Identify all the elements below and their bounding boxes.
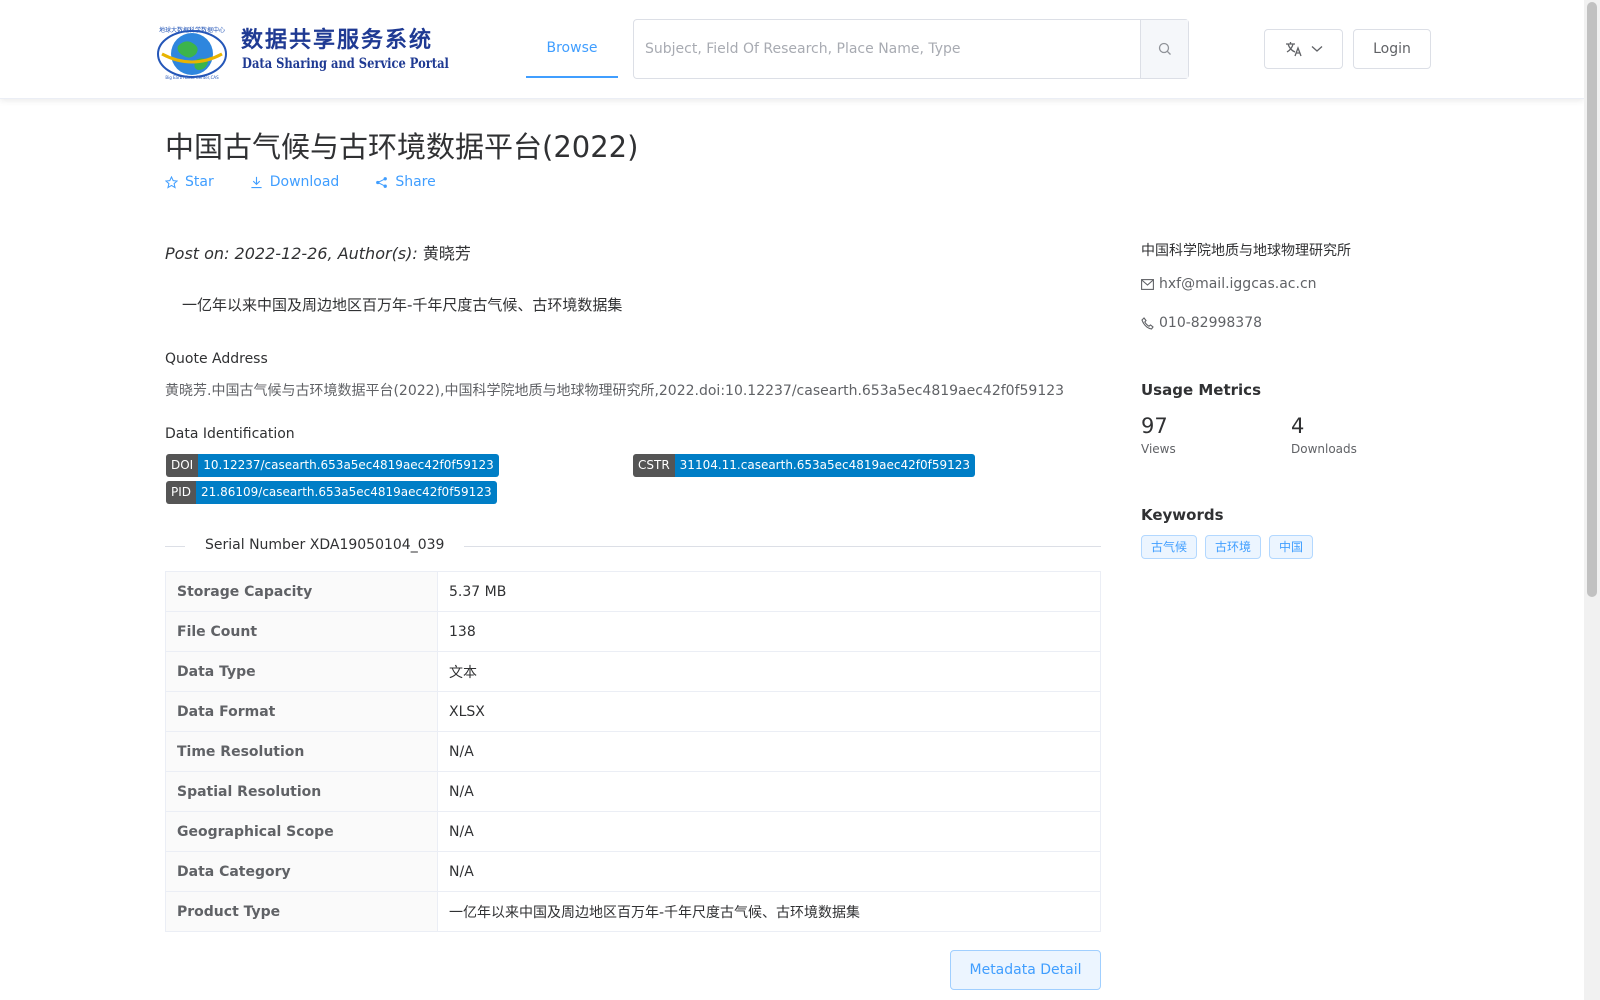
downloads-metric: 4 Downloads (1291, 414, 1357, 456)
email-text: hxf@mail.iggcas.ac.cn (1159, 276, 1317, 292)
spec-key: Data Category (165, 851, 438, 892)
spec-key: Spatial Resolution (165, 771, 438, 812)
chevron-down-icon (1311, 46, 1322, 52)
table-row: Data Format XLSX (165, 691, 1101, 732)
spec-value: 一亿年以来中国及周边地区百万年-千年尺度古气候、古环境数据集 (437, 891, 1101, 932)
author-name: 黄晓芳 (422, 244, 471, 263)
spec-value: XLSX (437, 691, 1101, 732)
keyword-tag[interactable]: 中国 (1269, 535, 1314, 559)
spec-value: 138 (437, 611, 1101, 652)
star-button[interactable]: Star (165, 174, 214, 190)
translate-icon (1285, 42, 1302, 57)
login-button[interactable]: Login (1353, 29, 1431, 69)
keywords-title: Keywords (1141, 506, 1224, 524)
pid-badge[interactable]: PID 21.86109/casearth.653a5ec4819aec42f0… (166, 481, 497, 504)
logo-ring-text-top: 地球大数据科学数据中心 (159, 26, 225, 34)
usage-metrics-title: Usage Metrics (1141, 381, 1261, 399)
spec-key: Data Format (165, 691, 438, 732)
cstr-badge-value: 31104.11.casearth.653a5ec4819aec42f0f591… (674, 454, 976, 477)
table-row: Storage Capacity 5.37 MB (165, 571, 1101, 612)
spec-value: N/A (437, 811, 1101, 852)
spec-key: Product Type (165, 891, 438, 932)
star-label: Star (185, 174, 214, 190)
cstr-badge-key: CSTR (633, 454, 675, 477)
pid-badge-value: 21.86109/casearth.653a5ec4819aec42f0f591… (196, 481, 497, 504)
downloads-count: 4 (1291, 414, 1305, 438)
spec-key: File Count (165, 611, 438, 652)
table-row: Data Category N/A (165, 851, 1101, 892)
contact-phone: 010-82998378 (1141, 315, 1262, 331)
table-row: Data Type 文本 (165, 651, 1101, 692)
spec-key: Storage Capacity (165, 571, 438, 612)
dataset-actions: Star Download Share (165, 174, 436, 190)
table-row: File Count 138 (165, 611, 1101, 652)
table-row: Geographical Scope N/A (165, 811, 1101, 852)
download-label: Download (269, 174, 340, 190)
data-identification-label: Data Identification (165, 426, 295, 442)
page-title: 中国古气候与古环境数据平台(2022) (165, 130, 639, 164)
spec-value: 文本 (437, 651, 1101, 692)
spec-table: Storage Capacity 5.37 MB File Count 138 Da… (165, 571, 1101, 932)
views-count: 97 (1141, 414, 1168, 438)
logo-ring-text-bottom: Big Earth Data Center,CAS (165, 75, 219, 80)
keyword-list: 古气候 古环境 中国 (1141, 535, 1314, 559)
spec-key: Geographical Scope (165, 811, 438, 852)
table-row: Product Type 一亿年以来中国及周边地区百万年-千年尺度古气候、古环境数… (165, 891, 1101, 932)
keyword-tag[interactable]: 古环境 (1205, 535, 1262, 559)
search-bar (633, 19, 1189, 79)
globe-logo-icon: 地球大数据科学数据中心 Big Earth Data Center,CAS (157, 26, 227, 80)
serial-number: Serial Number XDA19050104_039 (185, 537, 465, 553)
spec-value: N/A (437, 731, 1101, 772)
share-icon (376, 176, 388, 188)
views-metric: 97 Views (1141, 414, 1176, 456)
nav-browse-tab[interactable]: Browse (526, 20, 618, 78)
organization-name: 中国科学院地质与地球物理研究所 (1141, 243, 1351, 259)
dataset-summary: 一亿年以来中国及周边地区百万年-千年尺度古气候、古环境数据集 (182, 296, 623, 314)
logo-title-en: Data Sharing and Service Portal (242, 56, 449, 72)
doi-badge-key: DOI (166, 454, 199, 477)
table-row: Spatial Resolution N/A (165, 771, 1101, 812)
phone-icon (1141, 316, 1154, 330)
downloads-label: Downloads (1291, 442, 1357, 456)
quote-text: 黄晓芳.中国古气候与古环境数据平台(2022),中国科学院地质与地球物理研究所,… (165, 383, 1065, 399)
keyword-tag[interactable]: 古气候 (1141, 535, 1198, 559)
share-button[interactable]: Share (375, 174, 436, 190)
spec-key: Time Resolution (165, 731, 438, 772)
quote-address-label: Quote Address (165, 351, 268, 367)
phone-text: 010-82998378 (1159, 315, 1263, 331)
star-icon (165, 175, 178, 189)
search-button[interactable] (1140, 20, 1188, 78)
share-label: Share (395, 174, 436, 190)
portal-logo[interactable]: 地球大数据科学数据中心 Big Earth Data Center,CAS 数据… (154, 18, 449, 82)
cstr-badge[interactable]: CSTR 31104.11.casearth.653a5ec4819aec42f… (633, 454, 976, 477)
doi-badge-value: 10.12237/casearth.653a5ec4819aec42f0f591… (198, 454, 499, 477)
language-dropdown[interactable] (1264, 29, 1343, 69)
spec-value: N/A (437, 851, 1101, 892)
scrollbar-thumb[interactable] (1587, 2, 1597, 597)
contact-email: hxf@mail.iggcas.ac.cn (1141, 276, 1317, 292)
search-input[interactable] (634, 20, 1140, 78)
metadata-detail-button[interactable]: Metadata Detail (950, 950, 1101, 990)
logo-title-cn: 数据共享服务系统 (241, 28, 434, 53)
post-info: Post on: 2022-12-26, Author(s): 黄晓芳 (165, 240, 471, 264)
download-button[interactable]: Download (250, 174, 340, 190)
page-scrollbar[interactable] (1584, 0, 1600, 1000)
spec-value: N/A (437, 771, 1101, 812)
post-date-prefix: Post on: 2022-12-26, Author(s): (165, 244, 423, 263)
spec-key: Data Type (165, 651, 438, 692)
top-header: 地球大数据科学数据中心 Big Earth Data Center,CAS 数据… (0, 0, 1584, 99)
views-label: Views (1141, 442, 1176, 456)
mail-icon (1141, 278, 1154, 290)
search-icon (1158, 42, 1171, 55)
table-row: Time Resolution N/A (165, 731, 1101, 772)
pid-badge-key: PID (166, 481, 197, 504)
spec-value: 5.37 MB (437, 571, 1101, 612)
download-icon (251, 176, 262, 188)
doi-badge[interactable]: DOI 10.12237/casearth.653a5ec4819aec42f0… (166, 454, 499, 477)
